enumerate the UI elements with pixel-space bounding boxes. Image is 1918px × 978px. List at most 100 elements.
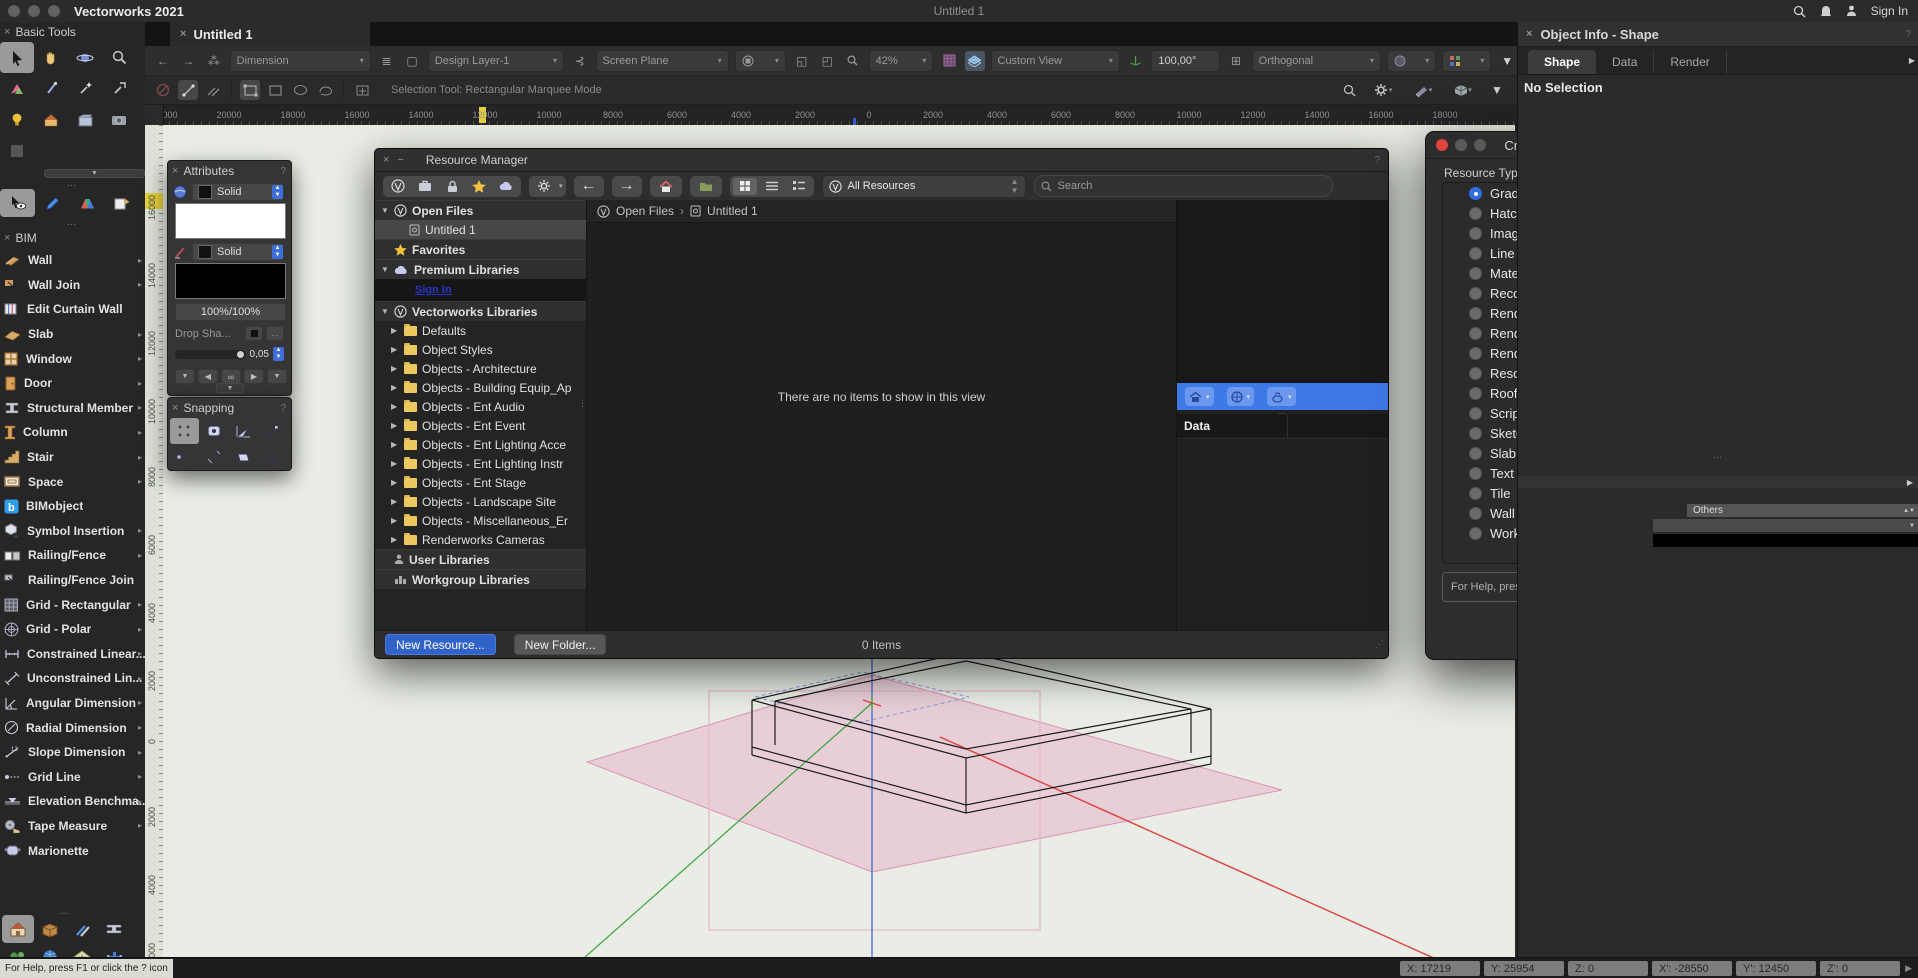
- sidebar-folder-objects-miscellaneous-er[interactable]: ▶Objects - Miscellaneous_Er: [375, 511, 586, 530]
- bim-tool-structural-member[interactable]: Structural Member▸: [0, 396, 145, 421]
- bim-tool-tape-measure[interactable]: Tape Measure▸: [0, 814, 145, 839]
- saved-views-icon[interactable]: ⁂: [204, 51, 224, 71]
- zoom-level-dropdown[interactable]: 42%▾: [869, 50, 934, 72]
- fill-style-dropdown[interactable]: Solid▲▼: [192, 183, 284, 201]
- unified-view-icon[interactable]: [965, 51, 985, 71]
- collapsed-dropdown-row[interactable]: ▼: [1653, 519, 1918, 532]
- cloud-icon[interactable]: [494, 178, 518, 195]
- tool-set-house[interactable]: [2, 915, 34, 943]
- favorites-star-icon[interactable]: [467, 178, 491, 195]
- radio-unselected[interactable]: [1469, 347, 1482, 360]
- breadcrumb-untitled[interactable]: Untitled 1: [707, 204, 758, 218]
- chevron-down-icon[interactable]: ▼: [381, 307, 389, 316]
- bim-tool-elevation-benchma-[interactable]: Elevation Benchma...▸: [0, 789, 145, 814]
- angle-field[interactable]: 100,00°: [1151, 50, 1220, 72]
- radio-unselected[interactable]: [1469, 467, 1482, 480]
- grid-view-icon[interactable]: [733, 178, 757, 195]
- stepper-icon[interactable]: ▲▼: [1903, 508, 1915, 514]
- bim-tool-wall-join[interactable]: Wall Join▸: [0, 273, 145, 298]
- sidebar-folder-objects-architecture[interactable]: ▶Objects - Architecture: [375, 359, 586, 378]
- ellipse-mode-icon[interactable]: [290, 80, 310, 100]
- search-input[interactable]: Search: [1034, 175, 1333, 197]
- tool-set-box-tools[interactable]: [34, 915, 66, 943]
- palette-grip[interactable]: …: [0, 217, 145, 228]
- close-icon[interactable]: ×: [4, 26, 10, 38]
- screen-plane-dropdown[interactable]: Screen Plane▾: [596, 50, 729, 72]
- sidebar-section-vectorworks-libraries[interactable]: ▼Vectorworks Libraries: [375, 301, 586, 321]
- new-folder-button[interactable]: New Folder...: [514, 634, 607, 655]
- palette-grip[interactable]: …: [1518, 450, 1918, 461]
- radio-unselected[interactable]: [1469, 327, 1482, 340]
- tool-walkthrough[interactable]: [34, 104, 68, 135]
- new-folder-button[interactable]: [690, 176, 722, 197]
- tool-lamp[interactable]: [0, 104, 34, 135]
- radio-unselected[interactable]: [1469, 267, 1482, 280]
- sidebar-folder-objects-ent-stage[interactable]: ▶Objects - Ent Stage: [375, 473, 586, 492]
- others-row[interactable]: Others▲▼: [1687, 504, 1918, 517]
- lock-icon[interactable]: [440, 178, 464, 195]
- drop-shadow-options-button[interactable]: …: [266, 326, 284, 341]
- line-weight-slider[interactable]: [175, 350, 246, 359]
- pen-style-dropdown[interactable]: Solid▲▼: [192, 243, 284, 261]
- bim-tool-railing-fence[interactable]: Railing/Fence▸: [0, 543, 145, 568]
- bim-tool-column[interactable]: Column▸: [0, 420, 145, 445]
- help-icon[interactable]: ?: [280, 166, 286, 177]
- sidebar-section-workgroup-libraries[interactable]: Workgroup Libraries: [375, 569, 586, 589]
- palette-expand-button[interactable]: ▼: [216, 383, 244, 393]
- sidebar-folder-object-styles[interactable]: ▶Object Styles: [375, 340, 586, 359]
- radio-unselected[interactable]: [1469, 427, 1482, 440]
- snap-plane[interactable]: [228, 444, 257, 470]
- tool-dark-square[interactable]: [0, 135, 34, 166]
- back-icon[interactable]: ←: [153, 51, 173, 71]
- bim-tool-space[interactable]: Space▸: [0, 469, 145, 494]
- sidebar-folder-renderworks-cameras[interactable]: ▶Renderworks Cameras: [375, 530, 586, 549]
- settings-gear-icon[interactable]: ▾: [1367, 80, 1399, 100]
- radio-unselected[interactable]: [1469, 387, 1482, 400]
- radio-unselected[interactable]: [1469, 307, 1482, 320]
- panel-expand-icon[interactable]: ▶: [1909, 56, 1915, 65]
- visibility-tool-icon[interactable]: ▾: [1407, 80, 1439, 100]
- bim-tool-door[interactable]: Door▸: [0, 371, 145, 396]
- design-layer-dropdown[interactable]: Design Layer-1▾: [428, 50, 564, 72]
- projection-dropdown[interactable]: Orthogonal▾: [1252, 50, 1381, 72]
- drop-shadow-toggle[interactable]: [245, 326, 263, 341]
- fit-objects-icon[interactable]: ◱: [792, 51, 812, 71]
- tool-set-gem[interactable]: [70, 189, 105, 217]
- snap-grid[interactable]: [170, 418, 199, 444]
- chevron-right-icon[interactable]: ▶: [391, 459, 399, 468]
- home-button[interactable]: [650, 176, 682, 197]
- modebar-overflow-icon[interactable]: ▼: [1487, 80, 1507, 100]
- plane-icon[interactable]: ▢: [402, 51, 422, 71]
- rect-mode-icon[interactable]: [265, 80, 285, 100]
- chevron-right-icon[interactable]: ▶: [391, 345, 399, 354]
- radio-unselected[interactable]: [1469, 507, 1482, 520]
- tool-camera[interactable]: [102, 104, 136, 135]
- sidebar-folder-objects-ent-lighting-acce[interactable]: ▶Objects - Ent Lighting Acce: [375, 435, 586, 454]
- bim-tool-grid-rectangular[interactable]: Grid - Rectangular▸: [0, 592, 145, 617]
- bim-tool-constrained-linear-[interactable]: Constrained Linear...▸: [0, 642, 145, 667]
- selection-options-icon[interactable]: [352, 80, 372, 100]
- arrow-style-button[interactable]: ◀: [198, 369, 218, 384]
- tab-render[interactable]: Render: [1654, 50, 1726, 74]
- bim-tool-slab[interactable]: Slab▸: [0, 322, 145, 347]
- tool-selection-cursor[interactable]: [0, 42, 34, 73]
- magnifier-icon[interactable]: [1339, 80, 1359, 100]
- radio-unselected[interactable]: [1469, 287, 1482, 300]
- bell-icon[interactable]: [1820, 5, 1832, 18]
- radio-unselected[interactable]: [1469, 487, 1482, 500]
- forward-icon[interactable]: →: [179, 51, 199, 71]
- back-button[interactable]: ←: [574, 176, 604, 197]
- bim-tool-symbol-insertion[interactable]: Symbol Insertion▸: [0, 519, 145, 544]
- bim-tool-railing-fence-join[interactable]: Railing/Fence Join: [0, 568, 145, 593]
- chevron-right-icon[interactable]: ▶: [391, 478, 399, 487]
- vectorworks-libraries-icon[interactable]: [386, 178, 410, 195]
- tool-zoom-magnifier[interactable]: [102, 42, 136, 73]
- minimize-icon[interactable]: −: [397, 154, 403, 166]
- opacity-button[interactable]: 100%/100%: [175, 303, 286, 321]
- tab-data[interactable]: Data: [1596, 50, 1654, 74]
- tool-pan-hand[interactable]: [34, 42, 68, 73]
- chevron-right-icon[interactable]: ▶: [391, 421, 399, 430]
- snap-axis[interactable]: [199, 444, 228, 470]
- close-icon[interactable]: ×: [383, 154, 389, 166]
- snap-angle[interactable]: [228, 418, 257, 444]
